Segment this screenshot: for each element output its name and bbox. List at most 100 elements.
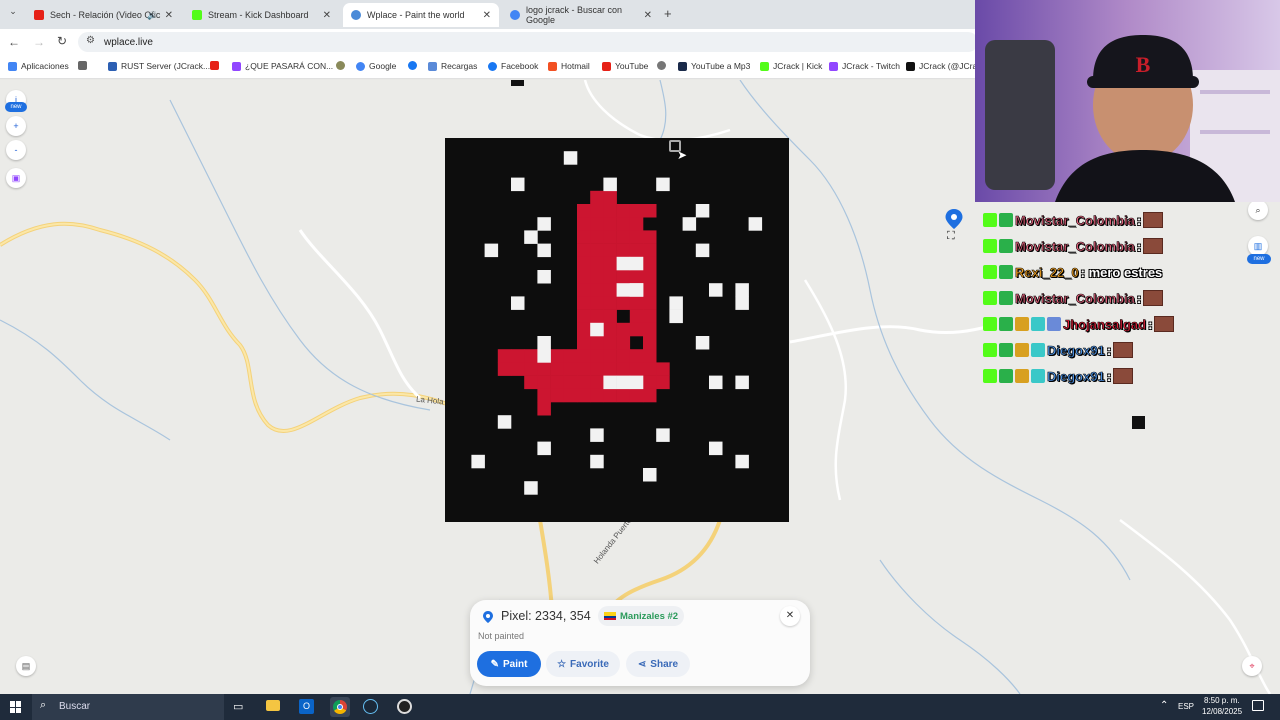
language-indicator[interactable]: ESP <box>1178 702 1194 711</box>
chat-badge-icon <box>1015 369 1029 383</box>
youtube-favicon-icon <box>34 10 44 20</box>
forward-icon[interactable]: → <box>33 35 45 49</box>
site-info-icon[interactable]: ⚙ <box>86 35 95 46</box>
boot-pixel <box>524 349 538 363</box>
bookmark-facebook-short[interactable] <box>408 61 421 70</box>
new-tab-button[interactable]: + <box>664 6 672 21</box>
boot-pixel <box>577 270 591 284</box>
chat-badge-icon <box>1031 317 1045 331</box>
layers-button[interactable]: ▤ <box>16 656 36 676</box>
chat-message: Diegox91 : <box>983 366 1134 386</box>
favorite-button[interactable]: ☆ Favorite <box>546 651 620 677</box>
bookmark-grid[interactable] <box>78 61 91 70</box>
boot-pixel <box>590 388 604 403</box>
file-explorer-icon[interactable] <box>266 700 280 711</box>
bookmark-google[interactable]: Google <box>356 61 396 71</box>
close-tab-icon[interactable]: ✕ <box>165 10 173 21</box>
boot-pixel <box>629 270 644 284</box>
speaker-icon[interactable]: 🔊 <box>147 11 157 20</box>
boot-pixel <box>590 336 604 350</box>
bookmark-youtube[interactable]: YouTube <box>602 61 648 71</box>
boot-pixel <box>616 349 631 363</box>
boot-pixel <box>616 270 631 284</box>
location-pin-icon[interactable] <box>944 208 964 230</box>
boot-pixel <box>537 388 551 403</box>
zoom-in-button[interactable]: + <box>6 116 26 136</box>
chrome-icon[interactable] <box>330 697 350 717</box>
bookmark-jcrack-x[interactable]: JCrack (@JCrac <box>906 61 981 71</box>
boot-pixel <box>629 362 644 376</box>
bookmark-youtube-video[interactable] <box>210 61 223 70</box>
globe-icon <box>657 61 666 70</box>
tab-label: logo jcrack - Buscar con Google <box>526 5 623 25</box>
chat-username: Jhojansalgad <box>1063 316 1147 332</box>
close-tab-icon[interactable]: ✕ <box>644 10 652 21</box>
start-icon[interactable] <box>10 701 22 713</box>
bookmark-facebook[interactable]: Facebook <box>488 61 538 71</box>
tab-search-button[interactable]: ⌄ <box>4 6 22 22</box>
url-text[interactable]: wplace.live <box>104 37 153 48</box>
region-chip[interactable]: Manizales #2 <box>598 606 685 626</box>
boot-pixel <box>643 388 657 403</box>
chat-text: : <box>1136 212 1142 228</box>
chat-badge-icon <box>983 369 997 383</box>
notifications-icon[interactable] <box>1252 700 1264 711</box>
back-icon[interactable]: ← <box>8 35 20 49</box>
boot-pixel <box>577 349 591 363</box>
bookmark-jcrack-twitch[interactable]: JCrack - Twitch <box>829 61 900 71</box>
reload-icon[interactable]: ↻ <box>57 34 67 48</box>
leaderboard-button[interactable]: ▥ <box>1248 236 1268 256</box>
boot-pixel <box>629 309 644 324</box>
boot-pixel <box>629 388 644 403</box>
taskbar-search[interactable]: ⌕ Buscar <box>32 694 224 720</box>
boot-pixel <box>643 256 657 271</box>
boot-pixel <box>524 375 538 390</box>
clock-time[interactable]: 8:50 p. m. <box>1204 696 1240 705</box>
close-tab-icon[interactable]: ✕ <box>483 10 491 21</box>
boot-pixel <box>590 190 604 205</box>
bookmark-recargas[interactable]: Recargas <box>428 61 477 71</box>
twitch-button[interactable]: ▣ <box>6 168 26 188</box>
tray-chevron-icon[interactable]: ⌃ <box>1160 700 1168 711</box>
share-button[interactable]: ⋖ Share <box>626 651 690 677</box>
pixel-art-canvas[interactable] <box>445 138 789 522</box>
webcam-scene: B <box>975 0 1280 202</box>
boot-pixel <box>577 388 591 403</box>
close-card-button[interactable]: ✕ <box>780 606 800 626</box>
boot-pixel <box>590 283 604 297</box>
tab-wplace[interactable]: Wplace - Paint the world ✕ <box>343 3 499 27</box>
obs-icon[interactable] <box>397 699 412 714</box>
omnibox[interactable]: ⚙ wplace.live <box>78 32 978 52</box>
svg-text:B: B <box>1136 52 1151 77</box>
bookmark-globe[interactable] <box>657 61 670 70</box>
outlook-icon[interactable]: O <box>299 699 314 714</box>
tab-google-search[interactable]: logo jcrack - Buscar con Google ✕ <box>502 3 660 27</box>
search-map-button[interactable]: ⌕ <box>1248 200 1268 220</box>
steam-icon[interactable] <box>363 699 378 714</box>
share-icon: ⋖ <box>637 658 647 670</box>
task-view-icon[interactable]: ▭ <box>233 700 243 713</box>
locate-me-button[interactable]: ⌖ <box>1242 656 1262 676</box>
bookmark-hotmail[interactable]: Hotmail <box>548 61 590 71</box>
bookmark-que-pasara[interactable]: ¿QUE PASARÁ CON... <box>232 61 333 71</box>
paint-button[interactable]: ✎ Paint <box>477 651 541 677</box>
bookmark-rust[interactable]: RUST Server (JCrack... <box>108 61 210 71</box>
boot-pixel <box>629 296 644 310</box>
clock-date[interactable]: 12/08/2025 <box>1202 707 1242 716</box>
boot-pixel <box>577 283 591 297</box>
boot-pixel <box>616 388 631 403</box>
bookmark-youtube-mp3[interactable]: YouTube a Mp3 <box>678 61 750 71</box>
pixel-art <box>471 151 763 495</box>
bookmark-misc[interactable] <box>336 61 349 70</box>
tab-youtube[interactable]: Sech - Relación (Video Ofic 🔊 ✕ <box>26 3 181 27</box>
boot-pixel <box>643 243 657 258</box>
zoom-out-button[interactable]: - <box>6 140 26 160</box>
boot-pixel <box>616 217 631 231</box>
close-tab-icon[interactable]: ✕ <box>323 10 331 21</box>
star-pixel <box>537 217 551 231</box>
bookmark-jcrack-kick[interactable]: JCrack | Kick <box>760 61 822 71</box>
bookmark-aplicaciones[interactable]: Aplicaciones <box>8 61 69 71</box>
tab-kick-dashboard[interactable]: Stream - Kick Dashboard ✕ <box>184 3 339 27</box>
fullscreen-icon[interactable]: ⛶ <box>947 230 955 243</box>
chat-emote-icon <box>1113 342 1134 358</box>
